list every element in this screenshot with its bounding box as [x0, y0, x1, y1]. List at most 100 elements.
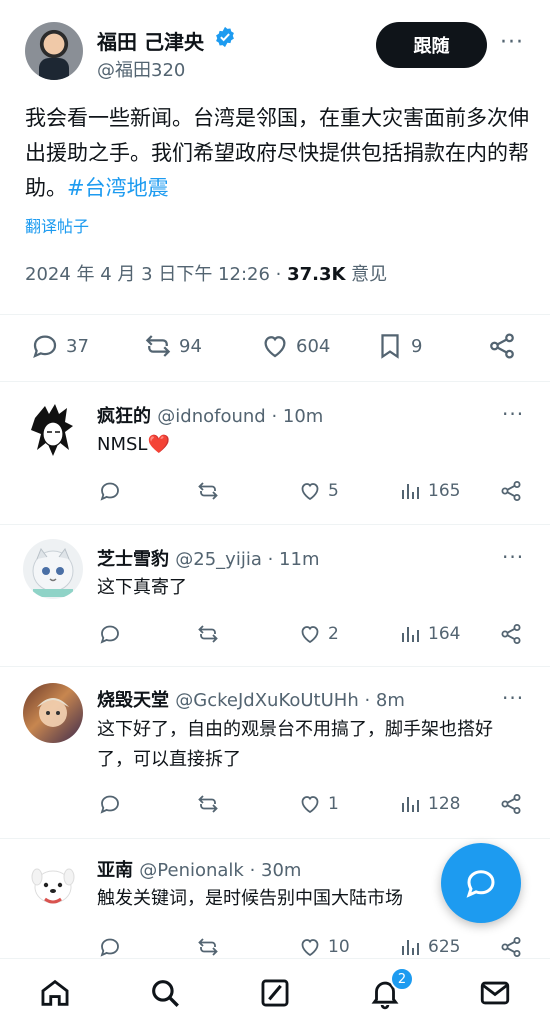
- share-button[interactable]: [499, 792, 523, 816]
- repost-button[interactable]: [196, 792, 220, 816]
- reply-icon: [100, 795, 119, 814]
- reply-avatar[interactable]: [23, 683, 83, 743]
- author-handle[interactable]: @福田320: [97, 56, 185, 82]
- share-icon: [501, 481, 521, 501]
- translate-post-link[interactable]: 翻译帖子: [25, 213, 89, 237]
- like-count: 10: [328, 937, 350, 957]
- heart-emoji: ❤️: [147, 434, 170, 455]
- compose-icon: [261, 979, 289, 1007]
- reply-text: 这下好了，自由的观景台不用搞了，脚手架也搭好了，可以直接拆了: [97, 719, 493, 770]
- repost-icon: [145, 335, 171, 357]
- bottom-navigation: 2: [0, 958, 550, 1025]
- heart-icon: [301, 483, 319, 501]
- more-options-icon[interactable]: ···: [502, 545, 524, 569]
- more-options-icon[interactable]: ···: [500, 30, 524, 55]
- divider: [0, 666, 550, 667]
- analytics-icon: [402, 797, 419, 812]
- share-button[interactable]: [499, 622, 523, 646]
- more-options-icon[interactable]: ···: [502, 686, 524, 710]
- analytics-icon: [402, 627, 419, 642]
- nav-compose[interactable]: [255, 973, 295, 1013]
- reply-author-name[interactable]: 芝士雪豹: [97, 549, 169, 570]
- views-label: 意见: [345, 264, 388, 285]
- views-button[interactable]: 128: [398, 792, 460, 816]
- views-count: 128: [428, 794, 461, 814]
- like-button[interactable]: 2: [298, 622, 339, 646]
- heart-icon: [301, 626, 319, 644]
- reply-button[interactable]: [98, 622, 122, 646]
- reply-actions: 2 164: [0, 622, 550, 652]
- repost-icon: [198, 482, 218, 500]
- reply-count: 37: [66, 335, 89, 357]
- like-button[interactable]: 10: [298, 935, 350, 959]
- nav-messages[interactable]: [475, 973, 515, 1013]
- reply-text: 触发关键词，是时候告别中国大陆市场: [97, 888, 403, 909]
- reply-time: · 30m: [243, 860, 302, 881]
- compose-reply-button[interactable]: [441, 843, 521, 923]
- share-button[interactable]: [499, 479, 523, 503]
- reply-avatar[interactable]: [23, 855, 83, 915]
- bookmark-count: 9: [411, 335, 423, 357]
- views-count[interactable]: 37.3K: [287, 264, 345, 285]
- views-button[interactable]: 164: [398, 622, 460, 646]
- reply-button[interactable]: [98, 935, 122, 959]
- search-icon: [152, 980, 179, 1007]
- reply-icon: [33, 335, 57, 359]
- reply-handle[interactable]: @25_yijia: [175, 549, 262, 570]
- hashtag-link[interactable]: #台湾地震: [67, 176, 169, 200]
- divider: [0, 314, 550, 315]
- like-button[interactable]: 1: [298, 792, 339, 816]
- reply-avatar[interactable]: [23, 539, 83, 599]
- reply-author: 芝士雪豹 @25_yijia · 11m: [97, 545, 319, 571]
- reply-author-name[interactable]: 疯狂的: [97, 406, 151, 427]
- reply-handle[interactable]: @idnofound: [157, 406, 265, 427]
- reply-avatar[interactable]: [23, 400, 83, 460]
- home-icon: [41, 979, 69, 1006]
- divider: [0, 381, 550, 382]
- anime-avatar-icon: [31, 404, 73, 456]
- nav-home[interactable]: [35, 973, 75, 1013]
- reply-time: · 11m: [261, 549, 320, 570]
- verified-badge-icon: [216, 26, 234, 48]
- like-count: 604: [296, 335, 331, 357]
- repost-button[interactable]: [196, 622, 220, 646]
- reply-button[interactable]: [98, 792, 122, 816]
- views-count: 625: [428, 937, 461, 957]
- like-count: 5: [328, 481, 339, 501]
- reply-handle[interactable]: @GckeJdXuKoUtUHh: [175, 690, 358, 711]
- like-count: 1: [328, 794, 339, 814]
- repost-icon: [198, 938, 218, 956]
- author-name[interactable]: 福田 己津央: [97, 26, 204, 55]
- reply-handle[interactable]: @Penionalk: [139, 860, 244, 881]
- author-avatar[interactable]: [25, 22, 83, 80]
- share-button[interactable]: [487, 331, 517, 361]
- repost-button[interactable]: [196, 935, 220, 959]
- like-button[interactable]: 5: [298, 479, 339, 503]
- repost-button[interactable]: 94: [143, 331, 202, 361]
- reply-icon: [100, 482, 119, 501]
- heart-icon: [301, 939, 319, 957]
- repost-button[interactable]: [196, 479, 220, 503]
- reply-author-name[interactable]: 亚南: [97, 860, 133, 881]
- views-button[interactable]: 165: [398, 479, 460, 503]
- reply-button[interactable]: [98, 479, 122, 503]
- reply-author: 烧毁天堂 @GckeJdXuKoUtUHh · 8m: [97, 686, 405, 712]
- post-actions: 37 94 604 9: [0, 328, 550, 368]
- more-options-icon[interactable]: ···: [502, 402, 524, 426]
- like-button[interactable]: 604: [260, 331, 330, 361]
- analytics-icon: [402, 484, 419, 499]
- reply-text-body: NMSL: [97, 434, 148, 455]
- reply-time: · 10m: [265, 406, 324, 427]
- analytics-icon: [402, 940, 419, 955]
- share-button[interactable]: [499, 935, 523, 959]
- bookmark-button[interactable]: 9: [375, 331, 422, 361]
- repost-icon: [198, 795, 218, 813]
- reply-author-name[interactable]: 烧毁天堂: [97, 690, 169, 711]
- share-icon: [490, 333, 514, 359]
- reply-author: 疯狂的 @idnofound · 10m: [97, 402, 323, 428]
- follow-button[interactable]: 跟随: [376, 22, 487, 68]
- character-avatar-icon: [37, 698, 69, 727]
- reply-button[interactable]: 37: [30, 331, 89, 361]
- views-button[interactable]: 625: [398, 935, 460, 959]
- nav-search[interactable]: [145, 973, 185, 1013]
